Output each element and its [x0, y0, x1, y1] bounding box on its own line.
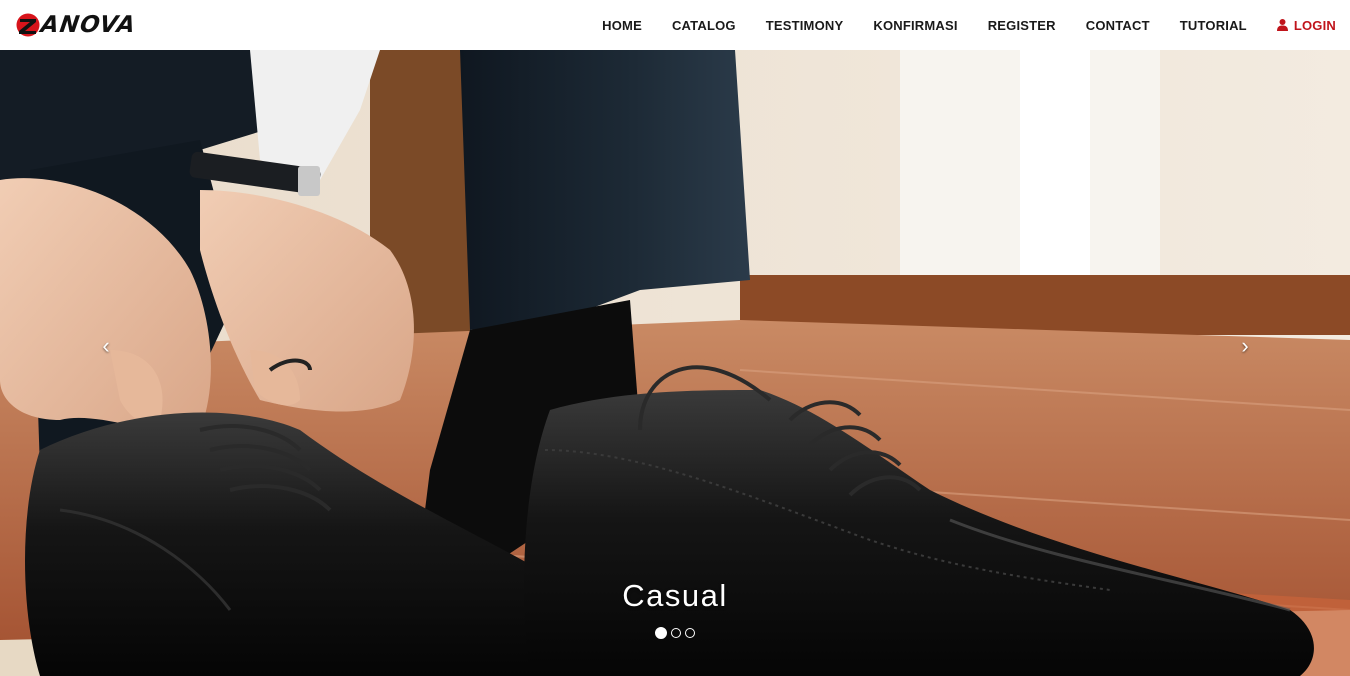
nav-testimony[interactable]: TESTIMONY [766, 18, 844, 33]
nav-catalog[interactable]: CATALOG [672, 18, 736, 33]
user-icon [1276, 19, 1288, 31]
nav-konfirmasi[interactable]: KONFIRMASI [873, 18, 957, 33]
main-nav: HOME CATALOG TESTIMONY KONFIRMASI REGIST… [602, 0, 1336, 50]
carousel-indicator-2[interactable] [671, 628, 681, 638]
login-label: LOGIN [1293, 17, 1336, 33]
carousel-next-button[interactable]: › [1233, 330, 1257, 362]
carousel-indicator-3[interactable] [685, 628, 695, 638]
nav-tutorial[interactable]: TUTORIAL [1180, 18, 1247, 33]
brand-logo[interactable]: ANOVA [16, 12, 138, 38]
carousel-prev-button[interactable]: ‹ [94, 330, 118, 362]
carousel-indicator-1[interactable] [655, 627, 667, 639]
brand-name: ANOVA [39, 12, 138, 38]
top-navbar: ANOVA HOME CATALOG TESTIMONY KONFIRMASI … [0, 0, 1350, 50]
zanova-logo-mark-icon [16, 13, 40, 37]
nav-home[interactable]: HOME [602, 18, 642, 33]
nav-contact[interactable]: CONTACT [1086, 18, 1150, 33]
carousel-indicators [0, 627, 1350, 639]
hero-carousel: ‹ › Casual [0, 50, 1350, 676]
nav-login[interactable]: LOGIN [1276, 17, 1336, 33]
nav-register[interactable]: REGISTER [988, 18, 1056, 33]
slide-caption: Casual [622, 578, 728, 613]
